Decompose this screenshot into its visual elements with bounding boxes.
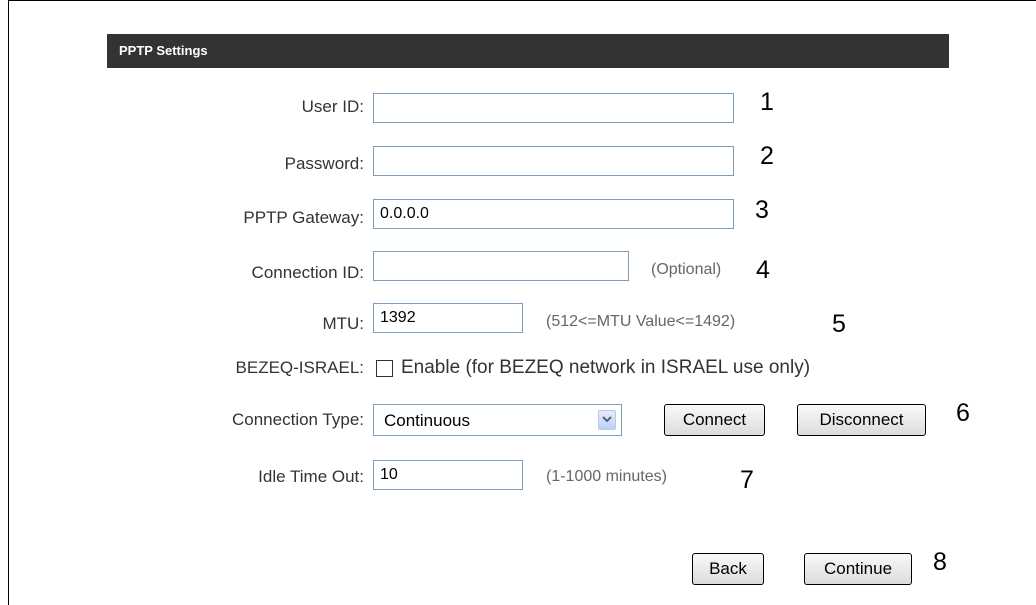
connect-button[interactable]: Connect [664,404,765,436]
marker-8: 8 [933,548,947,576]
chevron-down-icon[interactable] [598,410,616,430]
bezeq-enable-checkbox[interactable] [376,360,393,377]
mtu-input[interactable] [373,303,523,333]
idle-time-out-hint: (1-1000 minutes) [546,468,667,485]
continue-button[interactable]: Continue [804,553,912,585]
section-title: PPTP Settings [119,43,208,58]
connection-type-select[interactable]: Continuous [373,404,622,436]
mtu-hint: (512<=MTU Value<=1492) [546,313,736,330]
connection-id-input[interactable] [373,251,629,281]
user-id-label: User ID: [301,97,364,116]
bezeq-enable-label[interactable]: Enable (for BEZEQ network in ISRAEL use … [401,357,810,379]
mtu-label: MTU: [322,314,364,333]
marker-1: 1 [760,88,774,116]
section-header: PPTP Settings [107,34,949,68]
connection-type-value: Continuous [384,411,471,430]
marker-7: 7 [740,466,754,494]
marker-2: 2 [760,142,774,170]
pptp-gateway-input[interactable] [373,199,734,229]
idle-time-out-label: Idle Time Out: [258,467,364,486]
marker-5: 5 [832,310,846,338]
marker-3: 3 [755,196,769,224]
connection-type-label: Connection Type: [232,410,364,429]
disconnect-button[interactable]: Disconnect [797,404,926,436]
marker-4: 4 [756,256,770,284]
connection-id-label: Connection ID: [251,263,364,282]
user-id-input[interactable] [373,93,734,123]
back-button[interactable]: Back [692,553,764,585]
marker-6: 6 [956,399,970,427]
connection-id-hint: (Optional) [651,261,722,278]
bezeq-israel-label: BEZEQ-ISRAEL: [235,358,364,377]
password-label: Password: [284,154,364,173]
idle-time-out-input[interactable] [373,460,523,490]
password-input[interactable] [373,146,734,176]
pptp-gateway-label: PPTP Gateway: [243,208,364,227]
